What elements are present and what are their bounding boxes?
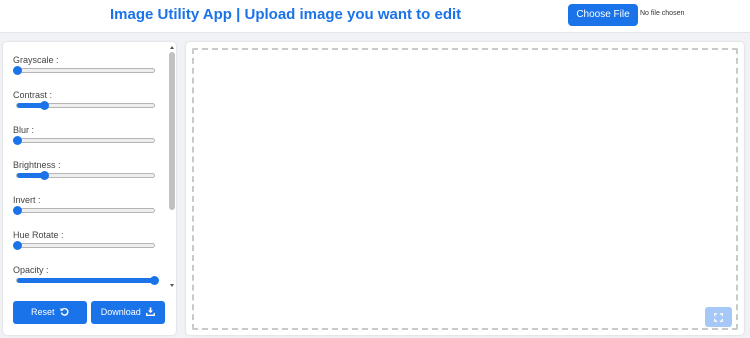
opacity-slider[interactable] [16,276,159,285]
grayscale-control: Grayscale : [12,55,158,85]
invert-slider[interactable] [12,206,155,215]
contrast-label: Contrast : [13,90,53,100]
scroll-up-arrow-icon[interactable] [170,46,174,49]
contrast-slider-thumb[interactable] [39,101,49,110]
hue-rotate-slider-thumb[interactable] [12,241,22,250]
opacity-control: Opacity : [13,265,159,287]
invert-slider-thumb[interactable] [12,206,22,215]
image-preview-area [192,48,738,330]
scroll-down-arrow-icon[interactable] [170,284,174,287]
download-icon [146,307,156,316]
opacity-slider-thumb[interactable] [149,276,159,285]
invert-label: Invert : [13,195,41,205]
blur-slider[interactable] [12,136,155,145]
image-preview-panel [186,42,744,335]
download-button[interactable]: Download [91,301,165,324]
fullscreen-button[interactable] [705,307,732,327]
app-title: Image Utility App | Upload image you wan… [110,6,462,23]
brightness-control: Brightness : [13,160,158,190]
contrast-slider[interactable] [16,101,155,110]
grayscale-label: Grayscale : [13,55,59,65]
hue-rotate-slider[interactable] [12,241,155,250]
brightness-label: Brightness : [13,160,61,170]
filter-sidebar: Grayscale : Contrast : Blur : Brightness… [3,42,176,335]
invert-control: Invert : [12,195,158,225]
reset-button[interactable]: Reset [13,301,87,324]
choose-file-button[interactable]: Choose File [568,4,638,26]
blur-control: Blur : [12,125,158,155]
opacity-label: Opacity : [13,265,49,275]
reset-button-label: Reset [30,307,55,317]
grayscale-slider[interactable] [12,66,155,75]
header: Image Utility App | Upload image you wan… [0,0,750,33]
contrast-control: Contrast : [13,90,158,120]
brightness-slider-thumb[interactable] [39,171,49,180]
file-status-text: No file chosen [640,10,685,17]
brightness-slider[interactable] [16,171,155,180]
undo-icon [60,307,69,316]
hue-rotate-label: Hue Rotate : [13,230,64,240]
download-button-label: Download [100,307,141,317]
blur-label: Blur : [13,125,35,135]
filter-controls: Grayscale : Contrast : Blur : Brightness… [3,42,168,287]
blur-slider-thumb[interactable] [12,136,22,145]
grayscale-slider-thumb[interactable] [12,66,22,75]
controls-scrollbar[interactable] [168,46,176,289]
fullscreen-icon [714,313,723,322]
scrollbar-thumb[interactable] [169,52,175,210]
hue-rotate-control: Hue Rotate : [12,230,158,260]
